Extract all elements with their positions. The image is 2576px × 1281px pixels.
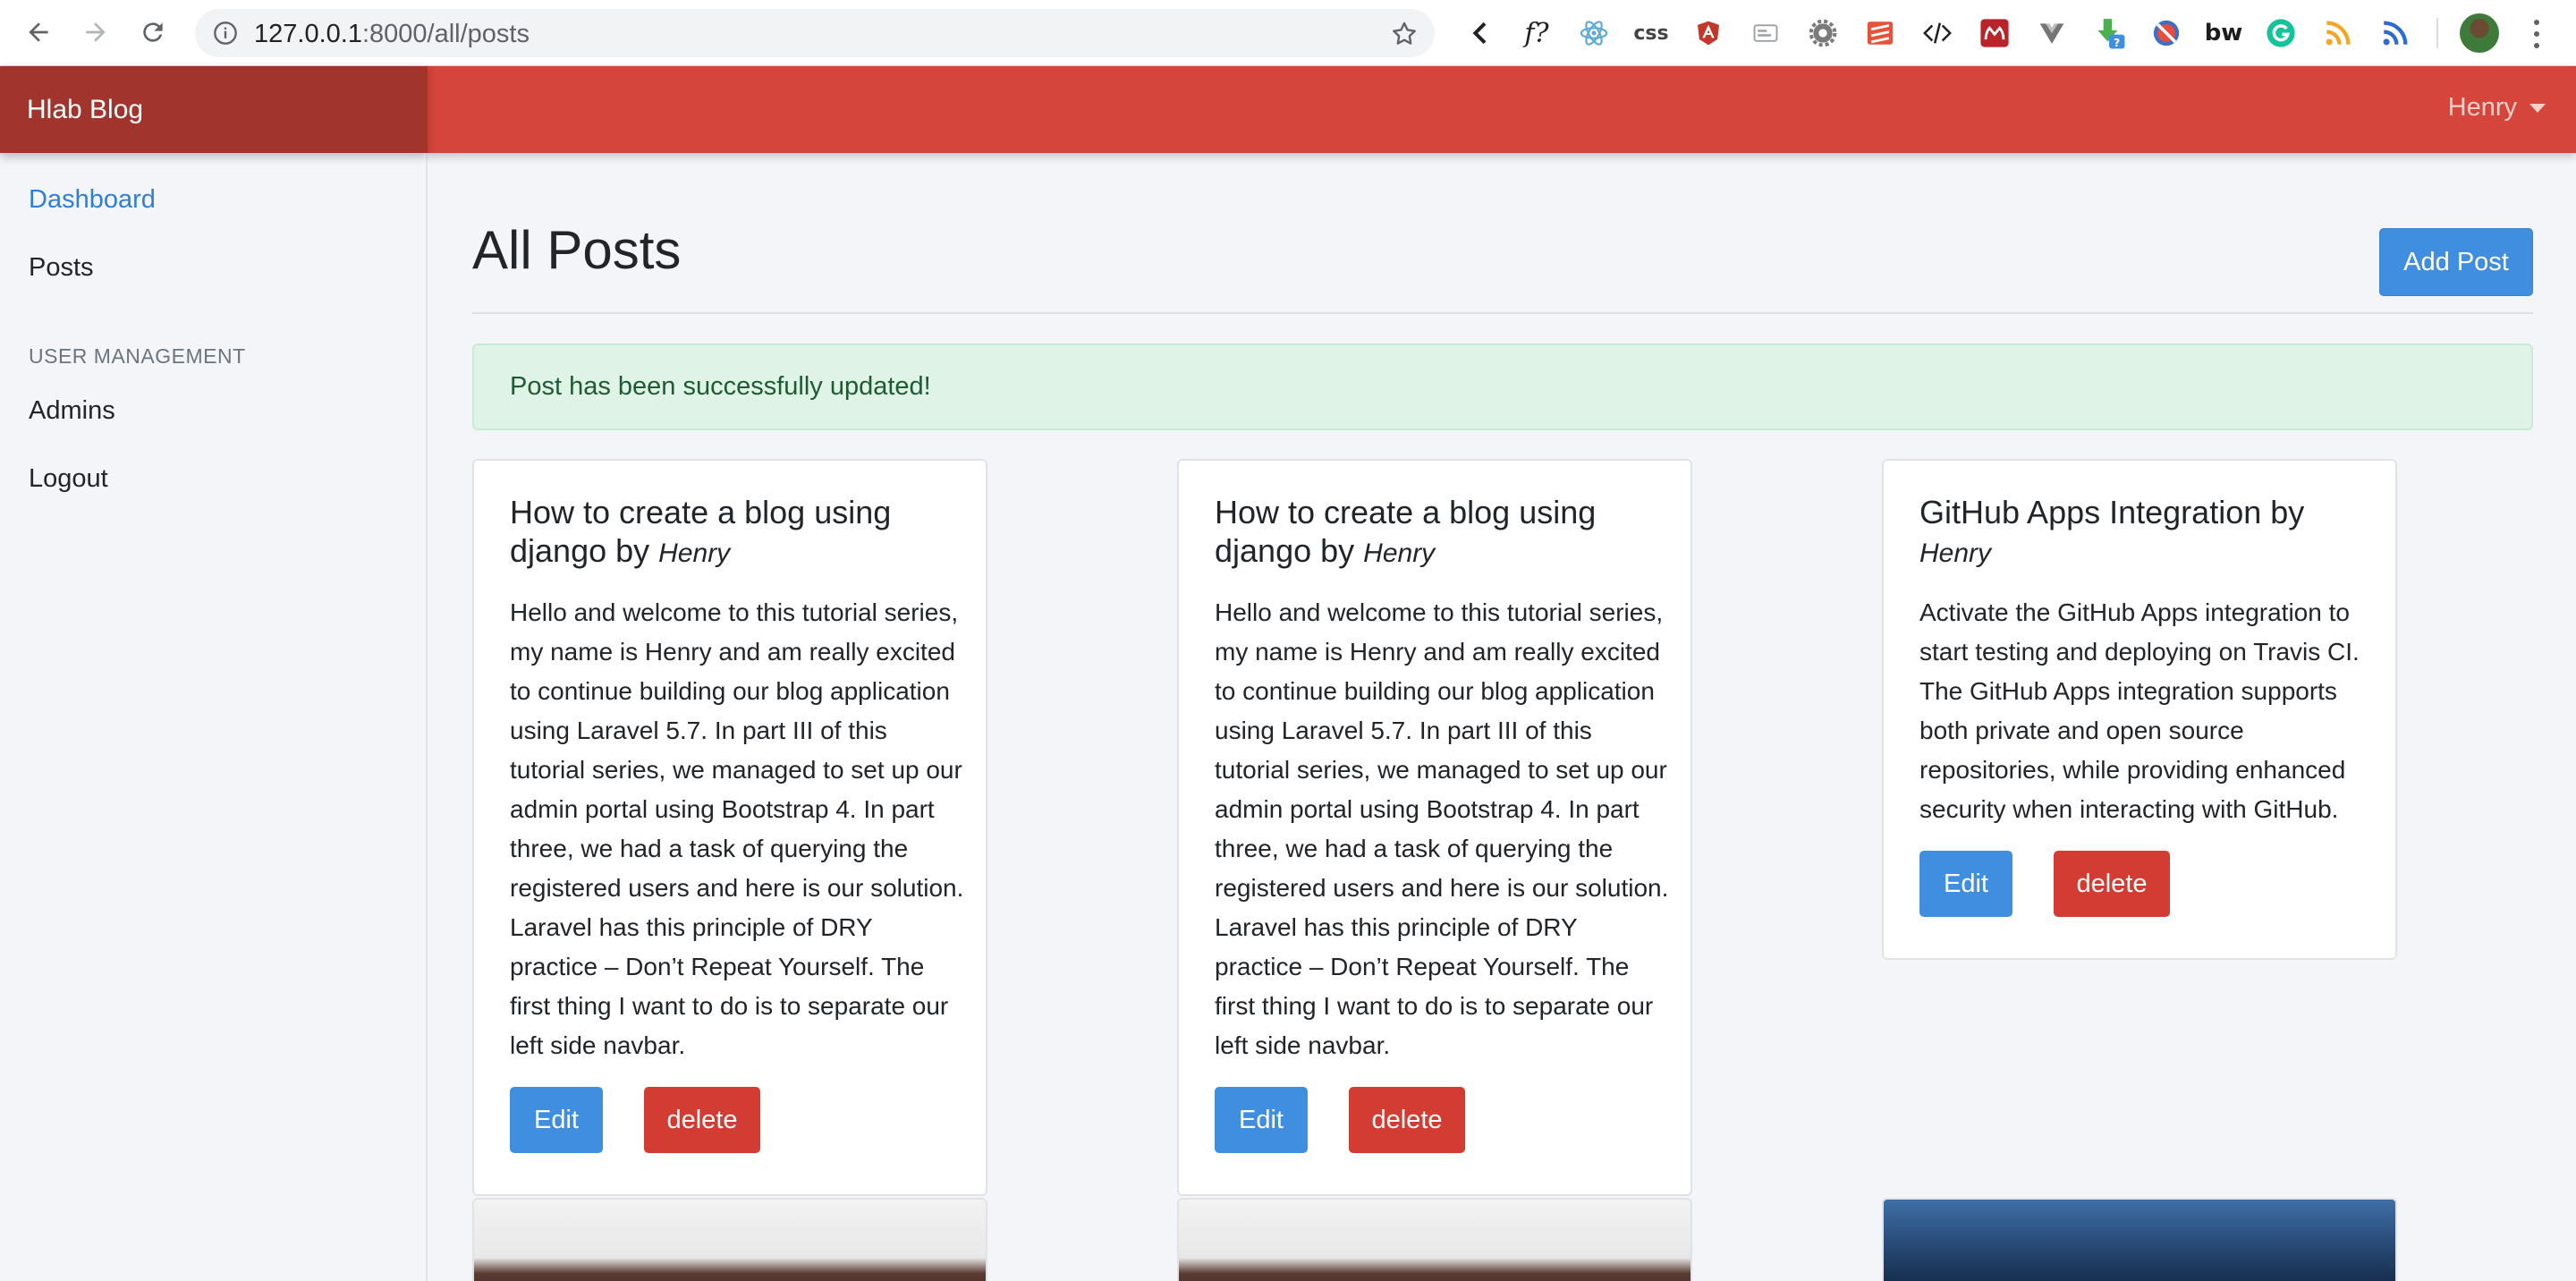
post-excerpt: Activate the GitHub Apps integration to … — [1919, 598, 2360, 823]
css-viewer-icon[interactable]: css — [1633, 15, 1669, 51]
profile-avatar[interactable] — [2460, 13, 2499, 53]
post-card: How to create a blog using django by Hen… — [472, 459, 987, 1196]
brand-label: Hlab Blog — [27, 94, 144, 124]
edit-button[interactable]: Edit — [1215, 1087, 1308, 1153]
alert-message: Post has been successfully updated! — [510, 372, 931, 401]
post-title-text: GitHub Apps Integration by — [1919, 494, 2305, 530]
brand-link[interactable]: Hlab Blog — [0, 66, 428, 153]
address-bar[interactable]: 127.0.0.1:8000/all/posts — [195, 9, 1435, 57]
settings-gear-icon[interactable] — [1805, 15, 1841, 51]
post-author: Henry — [1919, 539, 1992, 568]
user-name: Henry — [2447, 93, 2517, 122]
post-thumbnail-image[interactable] — [1177, 1198, 1692, 1281]
browser-toolbar: 127.0.0.1:8000/all/posts f? css ? bw — [0, 0, 2576, 66]
delete-button[interactable]: delete — [2054, 851, 2170, 917]
code-icon[interactable] — [1919, 15, 1955, 51]
sidebar-heading-user-management: USER MANAGEMENT — [29, 344, 246, 368]
post-title[interactable]: How to create a blog using django by Hen… — [1215, 493, 1662, 573]
edit-button[interactable]: Edit — [1919, 851, 2012, 917]
arrow-right-icon — [86, 22, 106, 42]
arrow-left-icon — [29, 22, 48, 42]
user-dropdown[interactable]: Henry — [2448, 93, 2546, 123]
title-divider — [472, 312, 2533, 314]
post-thumbnail-image[interactable] — [472, 1198, 987, 1281]
post-title[interactable]: How to create a blog using django by Hen… — [510, 493, 957, 573]
edit-button[interactable]: Edit — [510, 1087, 603, 1153]
svg-text:?: ? — [2114, 36, 2120, 49]
post-title[interactable]: GitHub Apps Integration by Henry — [1919, 493, 2367, 573]
layers-icon[interactable] — [1862, 15, 1898, 51]
toolbar-divider — [2436, 18, 2438, 48]
rss-feed-icon[interactable] — [2377, 15, 2413, 51]
info-icon[interactable] — [213, 21, 238, 46]
bookmark-star-icon[interactable] — [1390, 20, 1419, 48]
post-author: Henry — [1363, 539, 1436, 568]
post-excerpt: Hello and welcome to this tutorial serie… — [510, 598, 964, 1059]
mendeley-icon[interactable] — [1977, 15, 2012, 51]
post-thumbnail-image[interactable] — [1882, 1198, 2397, 1281]
browser-menu-icon[interactable] — [2528, 16, 2546, 52]
vue-devtools-icon[interactable] — [2034, 15, 2070, 51]
sidebar-item-logout[interactable]: Logout — [29, 464, 108, 494]
post-author: Henry — [658, 539, 731, 568]
url-path: :8000/all/posts — [361, 20, 530, 48]
sidebar: Dashboard Posts USER MANAGEMENT Admins L… — [0, 153, 428, 1281]
sidebar-item-admins[interactable]: Admins — [29, 396, 115, 426]
post-card: GitHub Apps Integration by Henry Activat… — [1882, 459, 2397, 960]
reload-button[interactable] — [132, 12, 174, 53]
add-post-button[interactable]: Add Post — [2379, 228, 2533, 296]
builtwith-icon[interactable]: bw — [2205, 15, 2243, 51]
caret-down-icon — [2529, 103, 2546, 113]
json-viewer-icon[interactable] — [1748, 15, 1784, 51]
main-content: All Posts Add Post Post has been success… — [428, 153, 2576, 1281]
sidebar-item-dashboard[interactable]: Dashboard — [29, 185, 156, 215]
angular-icon[interactable] — [1690, 15, 1726, 51]
font-finder-icon[interactable]: f? — [1519, 15, 1555, 51]
delete-button[interactable]: delete — [1349, 1087, 1465, 1153]
forward-button[interactable] — [75, 12, 116, 53]
react-devtools-icon[interactable] — [1576, 15, 1612, 51]
url-host: 127.0.0.1 — [254, 20, 362, 48]
reload-icon — [143, 22, 163, 42]
delete-button[interactable]: delete — [644, 1087, 760, 1153]
page-title: All Posts — [472, 220, 682, 280]
back-chevron-icon[interactable] — [1463, 15, 1499, 51]
grammarly-icon[interactable] — [2263, 15, 2299, 51]
back-button[interactable] — [18, 12, 59, 53]
success-alert: Post has been successfully updated! — [472, 344, 2533, 430]
no-script-icon[interactable] — [2148, 15, 2184, 51]
download-helper-icon[interactable]: ? — [2091, 15, 2127, 51]
rss-icon[interactable] — [2320, 15, 2356, 51]
top-navbar: Henry — [428, 66, 2576, 153]
post-excerpt: Hello and welcome to this tutorial serie… — [1215, 598, 1669, 1059]
sidebar-item-posts[interactable]: Posts — [29, 253, 94, 283]
url-text[interactable]: 127.0.0.1:8000/all/posts — [254, 20, 530, 49]
post-card: How to create a blog using django by Hen… — [1177, 459, 1692, 1196]
